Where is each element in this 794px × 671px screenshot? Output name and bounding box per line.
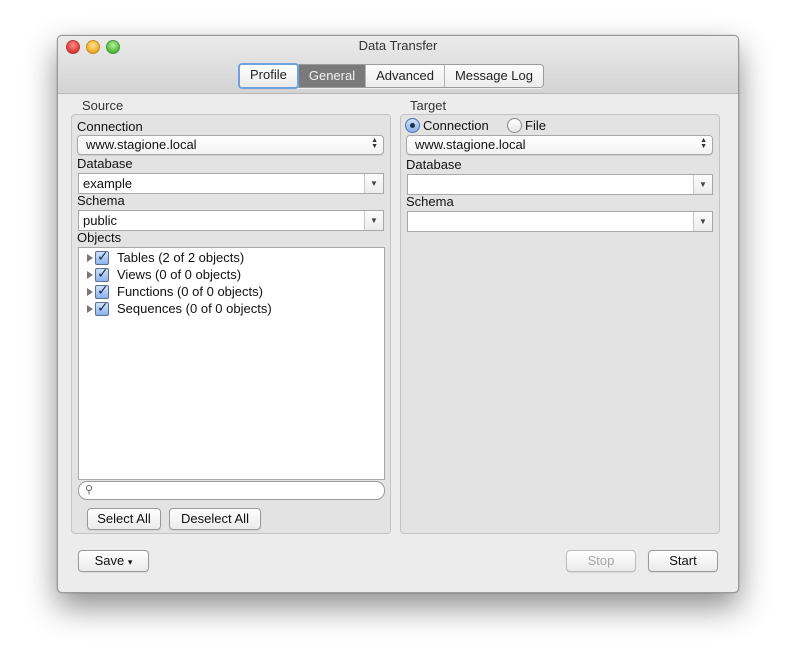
source-connection-popup[interactable]: www.stagione.local ▲ ▼ [77,135,384,155]
target-connection-radio[interactable] [405,118,420,133]
start-button[interactable]: Start [648,550,718,572]
stop-button[interactable]: Stop [566,550,636,572]
object-checkbox[interactable]: ✓ [95,298,109,316]
radio-dot-icon [410,123,415,128]
source-database-combo[interactable]: example ▼ [78,173,384,194]
target-section-label: Target [410,98,447,113]
tab-advanced[interactable]: Advanced [366,65,445,87]
dropdown-arrow-icon[interactable]: ▼ [364,174,383,193]
save-label: Save [94,553,125,568]
select-all-button[interactable]: Select All [87,508,161,530]
disclosure-triangle-icon[interactable] [87,270,93,279]
source-section-label: Source [82,98,124,113]
object-checkbox[interactable]: ✓ [95,247,109,265]
source-connection-value: www.stagione.local [86,137,197,152]
tab-profile[interactable]: Profile [238,63,299,89]
source-database-value: example [83,176,133,191]
disclosure-triangle-icon[interactable] [87,304,93,313]
updown-arrows-icon: ▲ ▼ [700,137,707,150]
object-label: Functions (0 of 0 objects) [117,284,263,299]
list-item[interactable]: ✓ Views (0 of 0 objects) [87,264,242,283]
source-objects-label: Objects [77,230,122,245]
object-label: Sequences (0 of 0 objects) [117,301,272,316]
dropdown-arrow-icon[interactable]: ▼ [364,211,383,230]
list-item[interactable]: ✓ Tables (2 of 2 objects) [87,247,245,266]
disclosure-triangle-icon[interactable] [87,287,93,296]
chevron-down-icon: ▾ [127,557,133,567]
object-checkbox[interactable]: ✓ [95,264,109,282]
object-label: Views (0 of 0 objects) [117,267,242,282]
target-schema-combo[interactable]: ▼ [407,211,713,232]
object-checkbox[interactable]: ✓ [95,281,109,299]
source-schema-value: public [83,213,117,228]
target-database-label: Database [406,157,462,172]
save-button[interactable]: Save ▾ [78,550,149,572]
search-icon: ⚲ [85,484,94,496]
objects-search-field[interactable]: ⚲ [78,481,385,500]
window-title: Data Transfer [358,38,438,53]
checkmark-icon: ✓ [97,264,109,281]
object-label: Tables (2 of 2 objects) [117,250,245,265]
source-objects-list[interactable]: ✓ Tables (2 of 2 objects) ✓ Views (0 of … [78,247,385,480]
target-file-radio-label[interactable]: File [525,118,546,133]
tab-message-log[interactable]: Message Log [445,65,543,87]
target-connection-value: www.stagione.local [415,137,526,152]
list-item[interactable]: ✓ Sequences (0 of 0 objects) [87,298,272,317]
checkmark-icon: ✓ [97,281,109,298]
target-file-radio[interactable] [507,118,522,133]
target-connection-popup[interactable]: www.stagione.local ▲ ▼ [406,135,713,155]
dropdown-arrow-icon[interactable]: ▼ [693,175,712,194]
source-schema-combo[interactable]: public ▼ [78,210,384,231]
target-database-combo[interactable]: ▼ [407,174,713,195]
source-connection-label: Connection [77,119,143,134]
checkmark-icon: ✓ [97,298,109,315]
target-connection-radio-label[interactable]: Connection [423,118,489,133]
list-item[interactable]: ✓ Functions (0 of 0 objects) [87,281,263,300]
updown-arrows-icon: ▲ ▼ [371,137,378,150]
deselect-all-button[interactable]: Deselect All [169,508,261,530]
source-database-label: Database [77,156,133,171]
dropdown-arrow-icon[interactable]: ▼ [693,212,712,231]
title-bar: Data Transfer Profile General Advanced M… [58,36,738,94]
tab-general[interactable]: General [298,65,367,87]
tab-bar: Profile General Advanced Message Log [238,63,544,89]
source-schema-label: Schema [77,193,125,208]
disclosure-triangle-icon[interactable] [87,253,93,262]
target-schema-label: Schema [406,194,454,209]
data-transfer-window: Data Transfer Profile General Advanced M… [57,35,739,593]
checkmark-icon: ✓ [97,247,109,264]
